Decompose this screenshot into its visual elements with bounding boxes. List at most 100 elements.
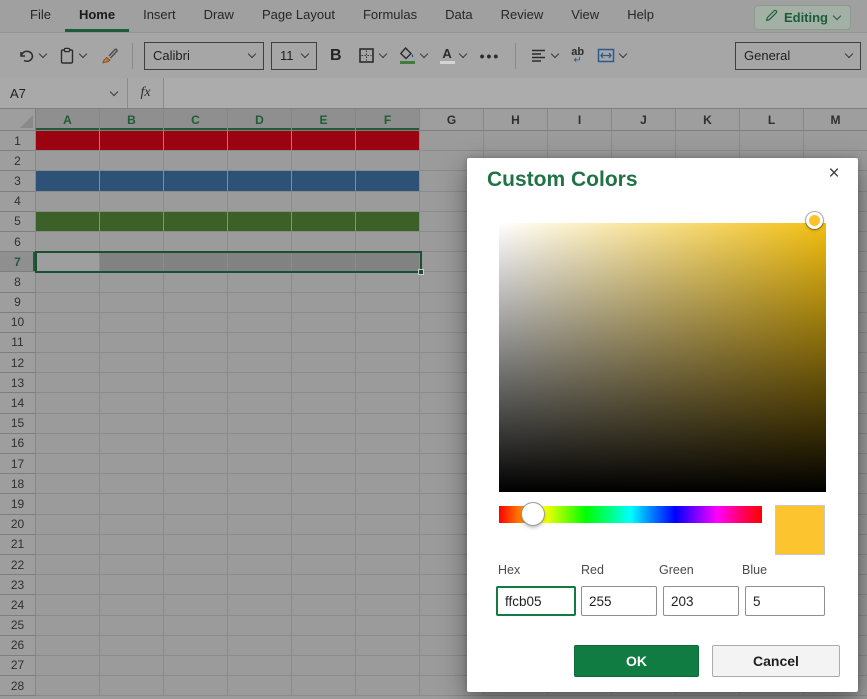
cell-B20[interactable] bbox=[100, 515, 164, 535]
cell-C22[interactable] bbox=[164, 555, 228, 575]
column-header-J[interactable]: J bbox=[612, 109, 676, 131]
row-header-20[interactable]: 20 bbox=[0, 515, 36, 535]
column-header-F[interactable]: F bbox=[356, 109, 420, 131]
cell-K1[interactable] bbox=[676, 131, 740, 151]
cell-E22[interactable] bbox=[292, 555, 356, 575]
cell-A1[interactable] bbox=[36, 131, 100, 151]
cell-E14[interactable] bbox=[292, 393, 356, 413]
cell-B21[interactable] bbox=[100, 535, 164, 555]
menu-item-view[interactable]: View bbox=[557, 0, 613, 32]
red-input[interactable] bbox=[581, 586, 657, 616]
cell-F28[interactable] bbox=[356, 676, 420, 696]
cell-F24[interactable] bbox=[356, 595, 420, 615]
cell-D22[interactable] bbox=[228, 555, 292, 575]
cell-A9[interactable] bbox=[36, 293, 100, 313]
menu-item-page-layout[interactable]: Page Layout bbox=[248, 0, 349, 32]
cell-C24[interactable] bbox=[164, 595, 228, 615]
cell-F22[interactable] bbox=[356, 555, 420, 575]
row-header-9[interactable]: 9 bbox=[0, 293, 36, 313]
cell-A7[interactable] bbox=[36, 252, 100, 272]
merge-cells-button[interactable] bbox=[594, 44, 629, 67]
cell-D3[interactable] bbox=[228, 171, 292, 191]
cell-C17[interactable] bbox=[164, 454, 228, 474]
cell-C19[interactable] bbox=[164, 494, 228, 514]
blue-input[interactable] bbox=[745, 586, 825, 616]
column-header-M[interactable]: M bbox=[804, 109, 867, 131]
cell-B14[interactable] bbox=[100, 393, 164, 413]
cell-B19[interactable] bbox=[100, 494, 164, 514]
cell-F25[interactable] bbox=[356, 616, 420, 636]
cell-A27[interactable] bbox=[36, 656, 100, 676]
row-header-11[interactable]: 11 bbox=[0, 333, 36, 353]
cell-B18[interactable] bbox=[100, 474, 164, 494]
cell-E16[interactable] bbox=[292, 434, 356, 454]
menu-item-review[interactable]: Review bbox=[487, 0, 558, 32]
cell-C16[interactable] bbox=[164, 434, 228, 454]
cell-B17[interactable] bbox=[100, 454, 164, 474]
paste-button[interactable] bbox=[56, 43, 89, 69]
cell-E8[interactable] bbox=[292, 272, 356, 292]
cell-A25[interactable] bbox=[36, 616, 100, 636]
row-header-3[interactable]: 3 bbox=[0, 171, 36, 191]
cell-E3[interactable] bbox=[292, 171, 356, 191]
row-header-15[interactable]: 15 bbox=[0, 414, 36, 434]
saturation-brightness-area[interactable] bbox=[499, 223, 826, 492]
column-header-H[interactable]: H bbox=[484, 109, 548, 131]
row-header-8[interactable]: 8 bbox=[0, 272, 36, 292]
cell-B4[interactable] bbox=[100, 192, 164, 212]
row-header-10[interactable]: 10 bbox=[0, 313, 36, 333]
cell-A2[interactable] bbox=[36, 151, 100, 171]
cell-B3[interactable] bbox=[100, 171, 164, 191]
cell-F14[interactable] bbox=[356, 393, 420, 413]
menu-item-formulas[interactable]: Formulas bbox=[349, 0, 431, 32]
cell-E10[interactable] bbox=[292, 313, 356, 333]
ok-button[interactable]: OK bbox=[574, 645, 699, 677]
row-header-6[interactable]: 6 bbox=[0, 232, 36, 252]
borders-button[interactable] bbox=[355, 43, 389, 68]
cell-C11[interactable] bbox=[164, 333, 228, 353]
cell-D4[interactable] bbox=[228, 192, 292, 212]
cell-B28[interactable] bbox=[100, 676, 164, 696]
font-name-combo[interactable]: Calibri bbox=[144, 42, 264, 70]
formula-input[interactable] bbox=[164, 78, 867, 108]
column-header-C[interactable]: C bbox=[164, 109, 228, 131]
cell-F9[interactable] bbox=[356, 293, 420, 313]
column-header-L[interactable]: L bbox=[740, 109, 804, 131]
cell-A11[interactable] bbox=[36, 333, 100, 353]
cell-D20[interactable] bbox=[228, 515, 292, 535]
cell-A10[interactable] bbox=[36, 313, 100, 333]
wrap-text-button[interactable]: ab ↵ bbox=[568, 43, 587, 68]
cell-A17[interactable] bbox=[36, 454, 100, 474]
cell-E7[interactable] bbox=[292, 252, 356, 272]
cell-F2[interactable] bbox=[356, 151, 420, 171]
cell-C10[interactable] bbox=[164, 313, 228, 333]
insert-function-button[interactable]: fx bbox=[128, 78, 164, 108]
row-header-1[interactable]: 1 bbox=[0, 131, 36, 151]
cell-D5[interactable] bbox=[228, 212, 292, 232]
cell-A16[interactable] bbox=[36, 434, 100, 454]
cell-E18[interactable] bbox=[292, 474, 356, 494]
number-format-combo[interactable]: General bbox=[735, 42, 861, 70]
cell-F1[interactable] bbox=[356, 131, 420, 151]
cancel-button[interactable]: Cancel bbox=[712, 645, 840, 677]
cell-F13[interactable] bbox=[356, 373, 420, 393]
cell-C14[interactable] bbox=[164, 393, 228, 413]
cell-F4[interactable] bbox=[356, 192, 420, 212]
cell-C1[interactable] bbox=[164, 131, 228, 151]
cell-A21[interactable] bbox=[36, 535, 100, 555]
cell-E6[interactable] bbox=[292, 232, 356, 252]
cell-A20[interactable] bbox=[36, 515, 100, 535]
cell-B11[interactable] bbox=[100, 333, 164, 353]
cell-A28[interactable] bbox=[36, 676, 100, 696]
cell-F16[interactable] bbox=[356, 434, 420, 454]
cell-C13[interactable] bbox=[164, 373, 228, 393]
cell-D6[interactable] bbox=[228, 232, 292, 252]
menu-item-draw[interactable]: Draw bbox=[190, 0, 248, 32]
more-options-button[interactable]: ••• bbox=[476, 48, 505, 64]
cell-D10[interactable] bbox=[228, 313, 292, 333]
cell-I1[interactable] bbox=[548, 131, 612, 151]
cell-A15[interactable] bbox=[36, 414, 100, 434]
row-header-19[interactable]: 19 bbox=[0, 494, 36, 514]
editing-mode-button[interactable]: Editing bbox=[754, 5, 851, 30]
cell-C23[interactable] bbox=[164, 575, 228, 595]
